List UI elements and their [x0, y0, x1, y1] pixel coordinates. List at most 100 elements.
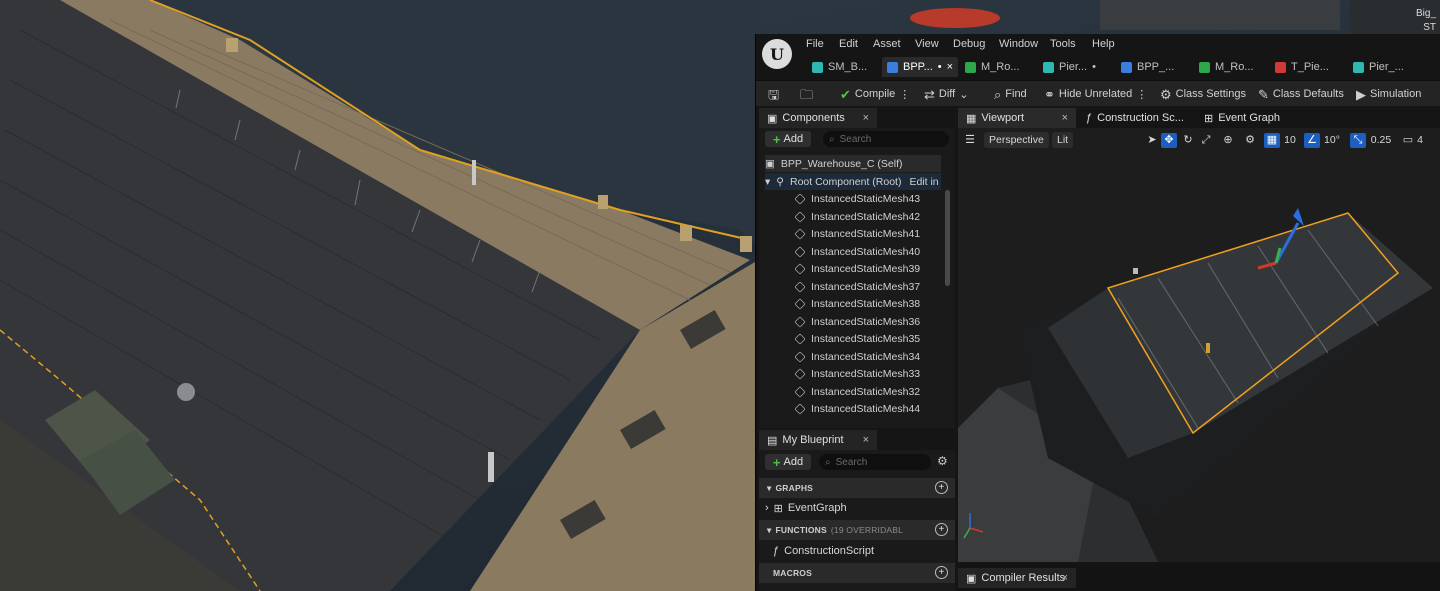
menu-file[interactable]: File: [806, 38, 824, 50]
component-row[interactable]: InstancedStaticMesh41: [794, 225, 920, 242]
graphs-section-header[interactable]: ▾ GRAPHS +: [759, 478, 955, 498]
component-row[interactable]: InstancedStaticMesh42: [794, 208, 920, 225]
add-function-icon[interactable]: +: [935, 523, 948, 536]
find-button[interactable]: ⌕ Find: [994, 85, 1027, 103]
menu-asset[interactable]: Asset: [873, 38, 901, 50]
component-row[interactable]: InstancedStaticMesh33: [794, 365, 920, 382]
doc-tab[interactable]: Pier... •: [1038, 57, 1101, 77]
settings-gear-icon[interactable]: ⚙: [937, 454, 948, 468]
hamburger-menu-icon[interactable]: ☰: [962, 133, 978, 148]
menu-window[interactable]: Window: [999, 38, 1038, 50]
scale-snap-value[interactable]: 0.25: [1366, 133, 1396, 148]
rotation-snap-icon[interactable]: ∠: [1304, 133, 1320, 148]
doc-tab[interactable]: T_Pie...: [1270, 57, 1334, 77]
component-row[interactable]: InstancedStaticMesh34: [794, 348, 920, 365]
menu-debug[interactable]: Debug: [953, 38, 985, 50]
chevron-down-icon: ⌄: [959, 88, 969, 101]
my-blueprint-search-input[interactable]: ⌕ Search: [819, 454, 931, 470]
menu-tools[interactable]: Tools: [1050, 38, 1076, 50]
grid-snap-value[interactable]: 10: [1280, 133, 1300, 148]
construction-script-item[interactable]: ƒ ConstructionScript: [773, 542, 874, 560]
class-defaults-button[interactable]: ✎ Class Defaults: [1258, 85, 1344, 103]
plus-icon: +: [772, 454, 781, 470]
menu-edit[interactable]: Edit: [839, 38, 858, 50]
component-row[interactable]: InstancedStaticMesh43: [794, 190, 920, 207]
doc-tab[interactable]: M_Ro...: [1194, 57, 1259, 77]
diff-button[interactable]: ⇄ Diff ⌄: [924, 85, 968, 103]
my-blueprint-panel-tab[interactable]: ▤ My Blueprint ×: [759, 430, 877, 450]
macros-section-header[interactable]: MACROS +: [759, 563, 955, 583]
blueprint-viewport[interactable]: [958, 128, 1440, 562]
viewport-tab[interactable]: ▦ Viewport ×: [958, 108, 1076, 128]
perspective-button[interactable]: Perspective: [984, 132, 1049, 148]
more-options-icon[interactable]: ⋮: [1136, 88, 1147, 101]
rotation-snap-value[interactable]: 10°: [1320, 133, 1344, 148]
menu-help[interactable]: Help: [1092, 38, 1115, 50]
component-row[interactable]: InstancedStaticMesh40: [794, 243, 920, 260]
component-row[interactable]: InstancedStaticMesh32: [794, 383, 920, 400]
unsaved-dot: •: [1092, 61, 1096, 73]
static-mesh-icon: [794, 280, 806, 293]
scale-mode-icon[interactable]: ⤢: [1198, 133, 1214, 148]
functions-section-header[interactable]: ▾ FUNCTIONS (19 OVERRIDABL +: [759, 520, 955, 540]
browse-button[interactable]: 🗀: [800, 85, 813, 103]
add-component-button[interactable]: + Add: [765, 131, 811, 147]
blueprint-toolbar: 🖫 🗀 ✔ Compile ⋮ ⇄ Diff ⌄ ⌕ Find ⚭ Hide U…: [756, 80, 1440, 106]
component-row[interactable]: InstancedStaticMesh36: [794, 313, 920, 330]
simulation-button[interactable]: ▶ Simulation: [1356, 85, 1421, 103]
camera-speed-value[interactable]: 4: [1414, 133, 1426, 148]
close-icon[interactable]: ×: [947, 61, 953, 73]
graph-icon: ⊞: [1204, 112, 1214, 125]
collapse-arrow-icon[interactable]: ▾: [765, 176, 770, 188]
components-scrollbar[interactable]: [945, 190, 950, 286]
add-graph-icon[interactable]: +: [935, 481, 948, 494]
edit-in-link[interactable]: Edit in: [909, 176, 938, 188]
doc-tab[interactable]: BPP_...: [1116, 57, 1179, 77]
unreal-logo-icon[interactable]: U: [762, 39, 792, 69]
collapse-arrow-icon: ▾: [767, 482, 772, 493]
doc-tab[interactable]: M_Ro...: [960, 57, 1025, 77]
close-icon[interactable]: ×: [1062, 572, 1068, 584]
save-button[interactable]: 🖫: [768, 85, 779, 103]
class-settings-button[interactable]: ⚙ Class Settings: [1160, 85, 1246, 103]
doc-tab-active[interactable]: BPP... • ×: [882, 57, 959, 77]
component-row[interactable]: InstancedStaticMesh39: [794, 260, 920, 277]
construction-script-tab[interactable]: ƒ Construction Sc...: [1078, 108, 1196, 128]
translate-mode-icon[interactable]: ✥: [1161, 133, 1177, 148]
root-component-row[interactable]: ▾ ⚲ Root Component (Root) Edit in: [765, 173, 941, 190]
components-search-input[interactable]: ⌕ Search: [823, 131, 949, 147]
compiler-results-tab[interactable]: ▣ Compiler Results ×: [958, 568, 1076, 588]
component-row[interactable]: InstancedStaticMesh37: [794, 278, 920, 295]
event-graph-item[interactable]: › ⊞ EventGraph: [765, 499, 847, 517]
compile-button[interactable]: ✔ Compile ⋮: [840, 85, 910, 103]
functions-count: (19 OVERRIDABL: [830, 525, 904, 535]
more-options-icon[interactable]: ⋮: [899, 88, 910, 101]
hide-unrelated-button[interactable]: ⚭ Hide Unrelated ⋮: [1044, 85, 1147, 103]
component-self-row[interactable]: ▣ BPP_Warehouse_C (Self): [765, 155, 941, 172]
close-icon[interactable]: ×: [1062, 112, 1068, 124]
components-panel-tab[interactable]: ▣ Components ×: [759, 108, 877, 128]
select-mode-icon[interactable]: ➤: [1144, 133, 1160, 148]
expand-arrow-icon[interactable]: ›: [765, 502, 769, 514]
component-label: InstancedStaticMesh38: [811, 297, 921, 310]
event-graph-tab[interactable]: ⊞ Event Graph: [1196, 108, 1314, 128]
close-icon[interactable]: ×: [863, 434, 869, 446]
rotate-mode-icon[interactable]: ↻: [1180, 133, 1196, 148]
static-mesh-icon: [794, 227, 806, 240]
component-row[interactable]: InstancedStaticMesh44: [794, 400, 920, 417]
component-row[interactable]: InstancedStaticMesh35: [794, 330, 920, 347]
close-icon[interactable]: ×: [863, 112, 869, 124]
lit-button[interactable]: Lit: [1052, 132, 1074, 148]
scale-snap-icon[interactable]: ⤡: [1350, 133, 1366, 148]
doc-tab[interactable]: SM_B...: [807, 57, 872, 77]
add-macro-icon[interactable]: +: [935, 566, 948, 579]
menu-view[interactable]: View: [915, 38, 939, 50]
surface-snap-icon[interactable]: ⚙: [1242, 133, 1258, 148]
diff-label: Diff: [938, 88, 956, 100]
component-row[interactable]: InstancedStaticMesh38: [794, 295, 921, 312]
grid-snap-icon[interactable]: ▦: [1264, 133, 1280, 148]
world-space-icon[interactable]: ⊕: [1220, 133, 1236, 148]
unsaved-dot: •: [937, 61, 942, 73]
add-member-button[interactable]: + Add: [765, 454, 811, 470]
doc-tab[interactable]: Pier_...: [1348, 57, 1409, 77]
